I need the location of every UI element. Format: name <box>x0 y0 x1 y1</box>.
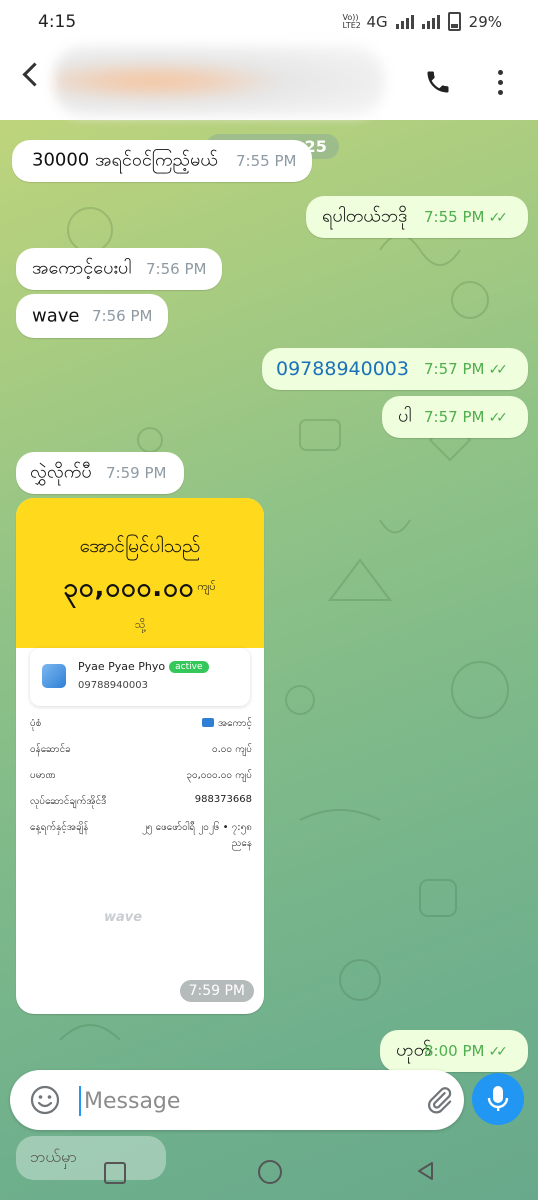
recipient-card: Pyae Pyae Phyo active 09788940003 <box>30 648 250 706</box>
message-time: 7:59 PM <box>179 980 254 1002</box>
receipt-to-label: သို့ <box>134 618 146 631</box>
volte-label: Vo)) LTE2 <box>342 12 361 30</box>
message-bubble-outgoing[interactable]: ဟုတ် 8:00 PM ✓✓ <box>380 1030 528 1072</box>
message-bubble-incoming[interactable]: လွှဲလိုက်ပီ 7:59 PM <box>16 452 184 494</box>
message-time: 7:57 PM <box>424 408 485 426</box>
text-cursor <box>79 1086 81 1116</box>
wallet-logo-icon <box>42 664 66 688</box>
message-time: 7:56 PM <box>146 260 207 278</box>
receipt-amount-value: ၃၀,၀၀၀.၀၀ <box>63 573 195 603</box>
message-bubble-outgoing[interactable]: ရပါတယ်ဘဒို 7:55 PM ✓✓ <box>306 196 528 238</box>
read-ticks-icon: ✓✓ <box>488 410 508 426</box>
read-ticks-icon: ✓✓ <box>488 210 508 226</box>
receipt-title: အောင်မြင်ပါသည် <box>79 535 201 557</box>
voice-message-button[interactable] <box>472 1073 524 1125</box>
recipient-phone: 09788940003 <box>78 680 148 691</box>
receipt-row-label: ဝန်ဆောင်ခ <box>30 744 71 755</box>
message-text: ရပါတယ်ဘဒို <box>322 205 408 227</box>
receipt-row-value: ၃၀,၀၀၀.၀၀ ကျပ် <box>186 770 252 781</box>
phone-icon[interactable] <box>424 68 452 100</box>
account-card-icon <box>201 718 214 727</box>
read-ticks-icon: ✓✓ <box>488 1044 508 1060</box>
receipt-amount-unit: ကျပ် <box>197 580 217 593</box>
receipt-amount: ၃၀,၀၀၀.၀၀ ကျပ် <box>16 570 264 609</box>
system-navigation-bar <box>0 1146 538 1200</box>
status-bar: 4:15 Vo)) LTE2 4G 29% <box>0 0 538 44</box>
message-time: 7:55 PM <box>424 208 485 226</box>
back-button[interactable] <box>414 1160 436 1186</box>
phone-number-link[interactable]: 09788940003 <box>276 358 409 380</box>
message-bubble-incoming[interactable]: အကောင့်ပေးပါ 7:56 PM <box>16 248 222 290</box>
message-text: လွှဲလိုက်ပီ <box>30 461 92 483</box>
receipt-row-label: ပမာဏ <box>30 770 56 781</box>
message-composer <box>10 1070 464 1130</box>
message-bubble-outgoing[interactable]: ပါ 7:57 PM ✓✓ <box>382 396 528 438</box>
message-time: 7:57 PM <box>424 360 485 378</box>
contact-name-blurred[interactable] <box>54 46 384 116</box>
message-text: ပါ <box>398 405 412 427</box>
message-bubble-incoming[interactable]: 30000 အရင်ဝင်ကြည့်မယ် 7:55 PM <box>12 140 312 182</box>
wave-watermark-logo: wave <box>104 910 143 925</box>
more-options-icon[interactable] <box>498 70 503 100</box>
status-badge: active <box>169 661 209 673</box>
home-button[interactable] <box>258 1160 282 1184</box>
message-bubble-outgoing[interactable]: 09788940003 7:57 PM ✓✓ <box>262 348 528 390</box>
receipt-row-label: လုပ်ဆောင်ချက်အိုင်ဒီ <box>30 796 107 807</box>
receipt-row-label: ပုံစံ <box>30 718 42 729</box>
network-type: 4G <box>366 12 388 31</box>
message-time: 7:55 PM <box>236 152 297 170</box>
receipt-row-label: နေ့ရက်နှင့်အချိန် <box>30 822 89 833</box>
chat-header <box>0 44 538 120</box>
message-text: wave <box>32 305 80 327</box>
receipt-row-value: ၀.၀၀ ကျပ် <box>212 744 252 755</box>
status-icons: Vo)) LTE2 4G 29% <box>342 12 502 31</box>
message-text: အကောင့်ပေးပါ <box>32 257 132 279</box>
read-ticks-icon: ✓✓ <box>488 362 508 378</box>
message-bubble-incoming[interactable]: wave 7:56 PM <box>16 294 168 338</box>
microphone-icon <box>487 1086 509 1111</box>
message-time: 8:00 PM <box>424 1042 485 1060</box>
recents-button[interactable] <box>104 1162 126 1184</box>
receipt-row-value: ညနေ <box>231 838 252 849</box>
paperclip-icon[interactable] <box>424 1084 454 1120</box>
message-text: 30000 အရင်ဝင်ကြည့်မယ် <box>32 149 218 171</box>
receipt-row-value: အကောင့် <box>217 718 252 729</box>
receipt-row-value: ၂၅ ဖေဖော်ဝါရီ ၂၀၂၆ • ၇:၅၈ <box>141 822 252 833</box>
status-time: 4:15 <box>38 12 77 32</box>
back-arrow-icon[interactable] <box>22 62 47 87</box>
battery-icon <box>447 12 461 31</box>
receipt-row-value: 988373668 <box>194 794 252 805</box>
message-time: 7:59 PM <box>106 464 167 482</box>
recipient-name: Pyae Pyae Phyo <box>78 660 166 673</box>
payment-receipt-image[interactable]: အောင်မြင်ပါသည် ၃၀,၀၀၀.၀၀ ကျပ် သို့ Pyae P… <box>16 498 264 1014</box>
signal-icon <box>395 14 414 29</box>
emoji-icon[interactable] <box>30 1085 60 1119</box>
message-input[interactable] <box>82 1082 406 1120</box>
signal-icon-2 <box>421 14 440 29</box>
battery-level: 29% <box>468 12 502 31</box>
message-time: 7:56 PM <box>92 307 153 325</box>
